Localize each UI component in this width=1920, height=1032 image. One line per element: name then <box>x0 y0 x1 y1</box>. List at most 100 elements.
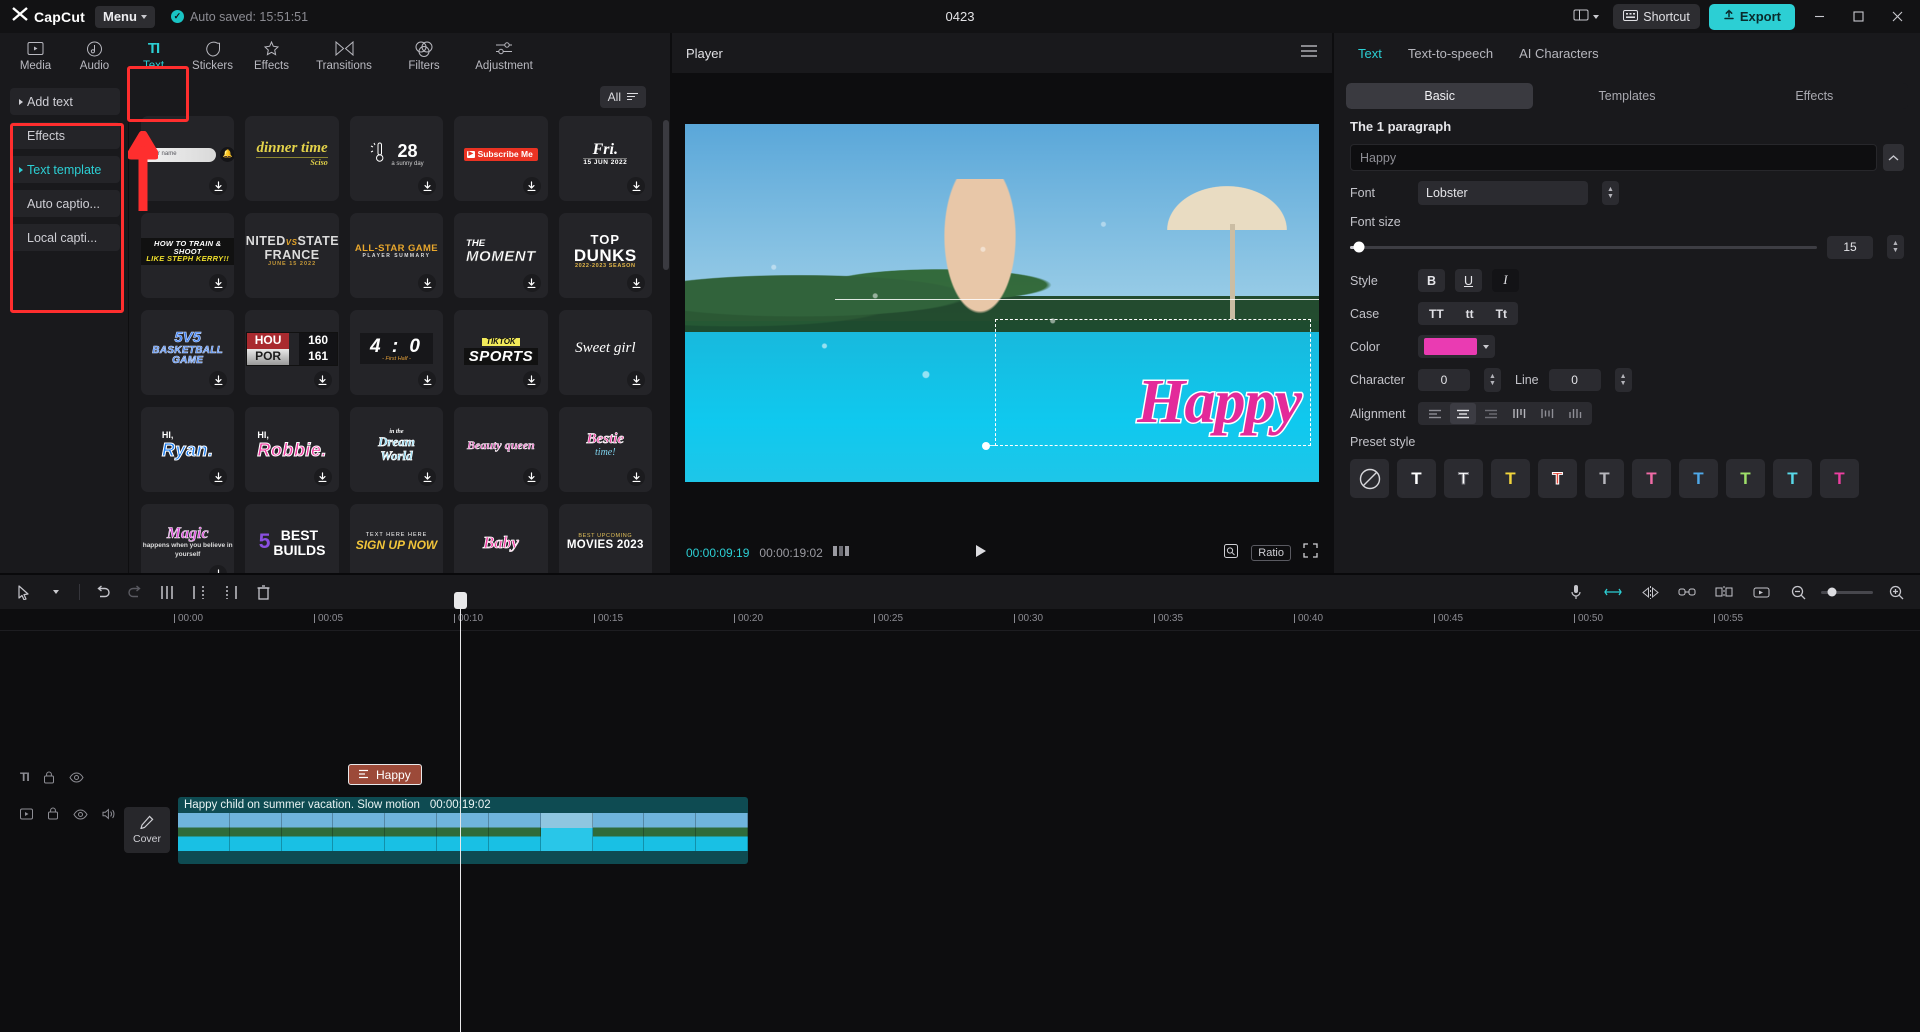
preset-gray[interactable]: T <box>1585 459 1624 498</box>
download-icon[interactable] <box>522 468 541 486</box>
template-hi-robbie[interactable]: HI, Robbie. <box>245 407 339 492</box>
tab-text-to-speech[interactable]: Text-to-speech <box>1408 46 1493 61</box>
preset-cyan[interactable]: T <box>1773 459 1812 498</box>
export-button[interactable]: Export <box>1708 3 1795 30</box>
font-stepper[interactable]: ▲ ▼ <box>1602 181 1619 205</box>
freeze-button[interactable] <box>1673 580 1701 604</box>
download-icon[interactable] <box>418 274 437 292</box>
nav-stickers[interactable]: Stickers <box>183 33 242 78</box>
auto-mix-button[interactable] <box>1599 580 1627 604</box>
align-center-button[interactable] <box>1450 403 1476 424</box>
text-input[interactable]: Happy <box>1350 144 1877 171</box>
template-all-star-game[interactable]: ALL-STAR GAME PLAYER SUMMARY <box>349 213 444 298</box>
segment-effects[interactable]: Effects <box>1721 83 1908 109</box>
font-size-stepper[interactable]: ▲ ▼ <box>1887 235 1904 259</box>
layout-button[interactable] <box>1568 5 1604 28</box>
nav-audio[interactable]: Audio <box>65 33 124 78</box>
ratio-button[interactable]: Ratio <box>1251 545 1291 561</box>
download-icon[interactable] <box>313 468 332 486</box>
download-icon[interactable] <box>522 177 541 195</box>
template-sign-up-now[interactable]: TEXT HERE HERE SIGN UP NOW <box>349 504 444 573</box>
nav-filters[interactable]: Filters <box>387 33 461 78</box>
frames-icon[interactable] <box>832 544 849 562</box>
template-the-moment[interactable]: THE MOMENT <box>454 213 548 298</box>
lock-icon[interactable] <box>47 807 59 825</box>
download-icon[interactable] <box>209 274 228 292</box>
hamburger-icon[interactable] <box>1300 44 1318 63</box>
template-how-to-train-shoot[interactable]: HOW TO TRAIN & SHOOT LIKE STEPH KERRY!! <box>141 213 235 298</box>
zoom-out-button[interactable] <box>1784 580 1812 604</box>
download-icon[interactable] <box>418 177 437 195</box>
zoom-slider-knob[interactable] <box>1827 587 1837 597</box>
sidebar-item-text-template[interactable]: Text template <box>10 156 120 183</box>
nav-adjustment[interactable]: Adjustment <box>461 33 547 78</box>
template-game-clock[interactable]: 4 : 0 - First Half - <box>349 310 444 395</box>
align-left-button[interactable] <box>1422 403 1448 424</box>
color-picker[interactable] <box>1418 335 1495 358</box>
delete-button[interactable] <box>249 580 277 604</box>
trim-right-button[interactable] <box>217 580 245 604</box>
download-icon[interactable] <box>313 371 332 389</box>
character-stepper[interactable]: ▲ ▼ <box>1484 368 1501 392</box>
expand-icon[interactable] <box>1883 144 1904 171</box>
underline-button[interactable]: U <box>1455 269 1482 292</box>
tab-text[interactable]: Text <box>1358 46 1382 61</box>
preset-none[interactable] <box>1350 459 1389 498</box>
eye-icon[interactable] <box>69 771 84 783</box>
download-icon[interactable] <box>209 177 228 195</box>
template-filter-button[interactable]: All <box>599 86 646 108</box>
cover-button[interactable]: Cover <box>124 807 170 853</box>
lowercase-button[interactable]: tt <box>1455 307 1485 321</box>
italic-button[interactable]: I <box>1492 269 1519 292</box>
nav-effects[interactable]: Effects <box>242 33 301 78</box>
font-size-value[interactable]: 15 <box>1827 235 1873 259</box>
nav-text[interactable]: TI Text <box>124 33 183 78</box>
select-tool-button[interactable] <box>10 580 38 604</box>
template-best-upcoming-movies[interactable]: BEST UPCOMING MOVIES 2023 <box>558 504 652 573</box>
download-icon[interactable] <box>418 371 437 389</box>
speed-button[interactable] <box>1747 580 1775 604</box>
play-button[interactable] <box>972 543 988 564</box>
font-size-slider[interactable] <box>1350 241 1817 253</box>
download-icon[interactable] <box>209 565 228 573</box>
preset-white-outline[interactable]: T <box>1444 459 1483 498</box>
redo-button[interactable] <box>121 580 149 604</box>
align-vertical-center-button[interactable] <box>1534 403 1560 424</box>
playhead-grip[interactable] <box>454 592 467 609</box>
volume-icon[interactable] <box>102 807 116 825</box>
bold-button[interactable]: B <box>1418 269 1445 292</box>
template-sweet-girl[interactable]: Sweet girl <box>558 310 652 395</box>
download-icon[interactable] <box>627 371 645 389</box>
text-selection-box[interactable] <box>995 319 1311 446</box>
preset-white[interactable]: T <box>1397 459 1436 498</box>
tool-dropdown-button[interactable] <box>42 580 70 604</box>
mirror-button[interactable] <box>1636 580 1664 604</box>
fullscreen-icon[interactable] <box>1303 543 1318 563</box>
preset-red[interactable]: T <box>1538 459 1577 498</box>
video-clip[interactable]: Happy child on summer vacation. Slow mot… <box>178 797 748 864</box>
preset-blue[interactable]: T <box>1679 459 1718 498</box>
align-vertical-left-button[interactable] <box>1506 403 1532 424</box>
undo-button[interactable] <box>89 580 117 604</box>
sidebar-item-auto-captions[interactable]: Auto captio... <box>10 190 120 217</box>
template-united-states-vs-france[interactable]: UNITEDVSSTATES FRANCE JUNE 15 2022 <box>245 213 339 298</box>
download-icon[interactable] <box>418 468 437 486</box>
menu-button[interactable]: Menu <box>94 5 155 28</box>
sidebar-item-effects[interactable]: Effects <box>10 122 120 149</box>
selection-anchor-dot[interactable] <box>982 442 990 450</box>
template-tiktok-sports[interactable]: TIKTOK SPORTS <box>454 310 548 395</box>
align-right-button[interactable] <box>1478 403 1504 424</box>
template-fri-date[interactable]: Fri. 15 JUN 2022 <box>558 116 652 201</box>
preset-yellow[interactable]: T <box>1491 459 1530 498</box>
template-temperature-28[interactable]: 28 a sunny day <box>349 116 444 201</box>
video-preview[interactable]: Happy <box>685 124 1319 482</box>
line-spacing-input[interactable]: 0 <box>1548 369 1601 391</box>
split-button[interactable] <box>153 580 181 604</box>
minimize-button[interactable] <box>1804 4 1834 30</box>
download-icon[interactable] <box>209 371 228 389</box>
nav-media[interactable]: Media <box>6 33 65 78</box>
download-icon[interactable] <box>627 468 645 486</box>
preset-teal[interactable]: T <box>1726 459 1765 498</box>
font-select[interactable]: Lobster <box>1418 181 1588 205</box>
tab-ai-characters[interactable]: AI Characters <box>1519 46 1598 61</box>
